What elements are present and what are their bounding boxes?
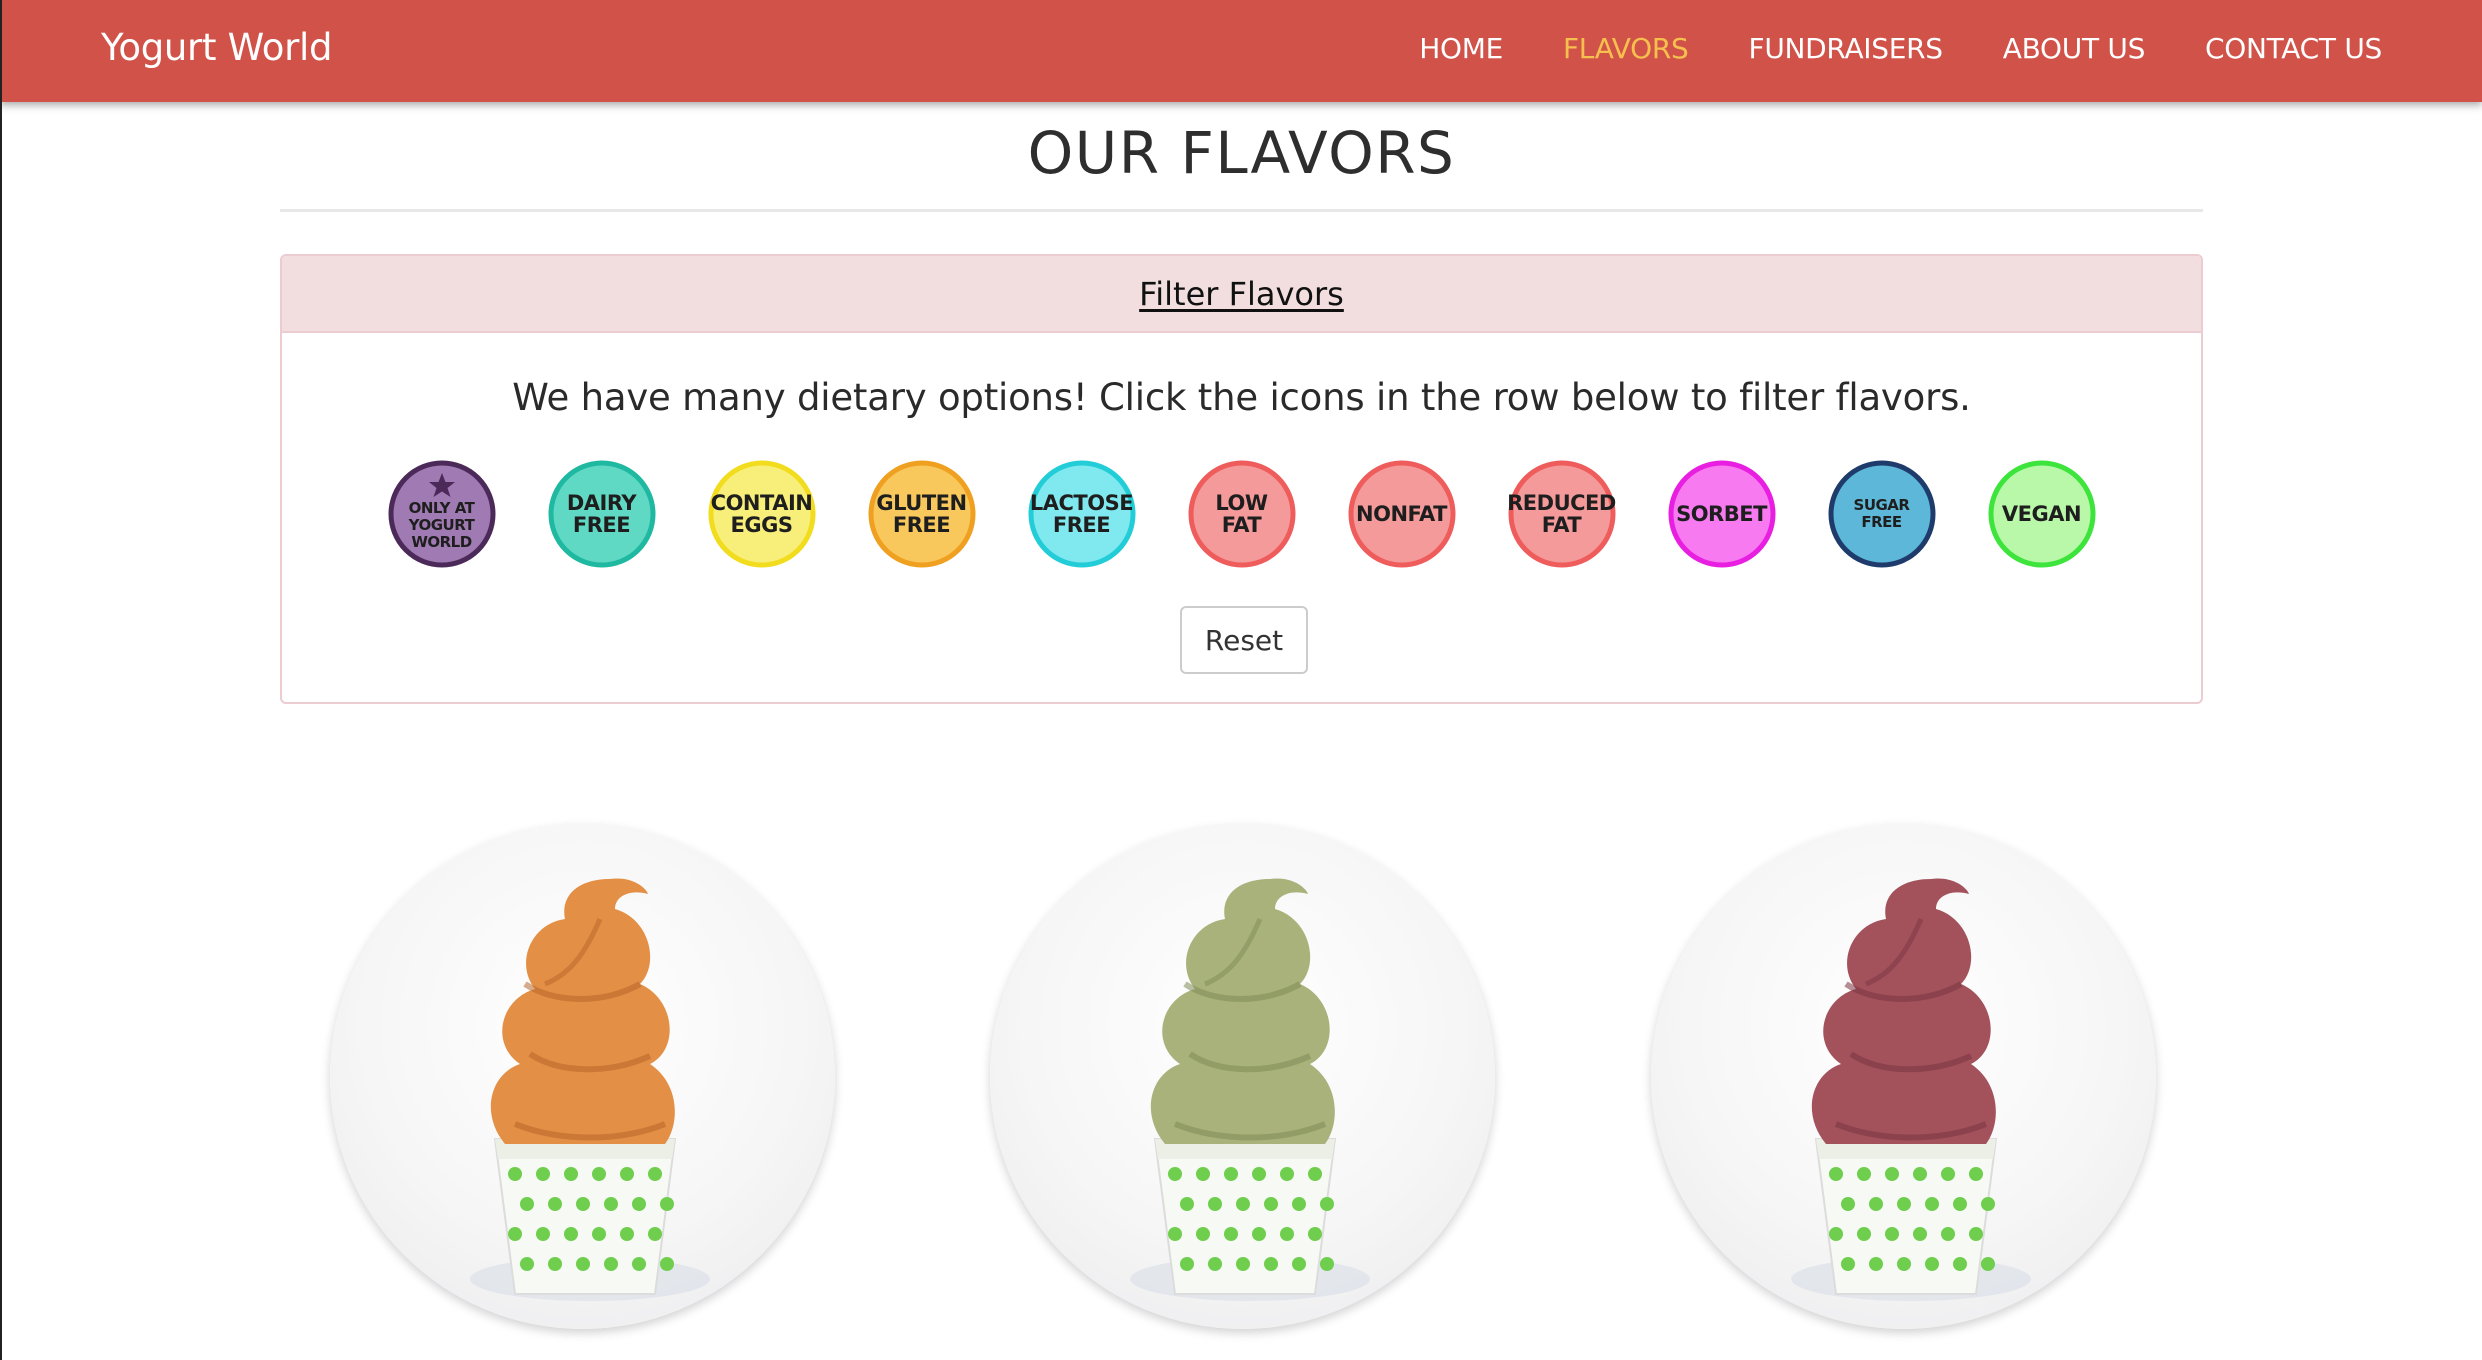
dairy-free-icon-label: FREE [572, 513, 631, 537]
nonfat-filter-icon[interactable]: NONFAT [1347, 459, 1457, 569]
frozen-yogurt-cup-illustration [1130, 878, 1370, 1301]
nav-fundraisers-link[interactable]: FUNDRAISERS [1749, 30, 1944, 68]
vegan-filter-icon[interactable]: VEGAN [1987, 459, 2097, 569]
green-flavor-image[interactable] [990, 824, 1495, 1329]
only-at-yogurt-world-filter-icon[interactable]: ONLY AT YOGURT WORLD [387, 459, 497, 569]
contain-eggs-icon-label: EGGS [730, 513, 793, 537]
frozen-yogurt-cup-illustration [1791, 878, 2031, 1301]
sugar-free-filter-icon[interactable]: SUGAR FREE [1827, 459, 1937, 569]
reset-filter-button[interactable]: Reset [1180, 606, 1308, 674]
gluten-free-icon-label: GLUTEN [876, 491, 967, 515]
vegan-icon-label: VEGAN [2001, 502, 2082, 526]
sugar-free-icon-label: FREE [1861, 513, 1902, 531]
nonfat-icon-label: NONFAT [1356, 502, 1447, 526]
nav-about-link[interactable]: ABOUT US [2003, 30, 2146, 68]
lactose-free-filter-icon[interactable]: LACTOSE FREE [1027, 459, 1137, 569]
lactose-free-icon-label: FREE [1052, 513, 1111, 537]
only-at-yogurt-world-icon-label: ONLY AT [408, 498, 475, 517]
orange-flavor-image[interactable] [330, 824, 835, 1329]
gluten-free-filter-icon[interactable]: GLUTEN FREE [867, 459, 977, 569]
nav-home-link[interactable]: HOME [1419, 30, 1503, 68]
frozen-yogurt-cup-illustration [470, 878, 710, 1301]
reduced-fat-filter-icon[interactable]: REDUCED FAT [1507, 459, 1617, 569]
low-fat-filter-icon[interactable]: LOW FAT [1187, 459, 1297, 569]
contain-eggs-filter-icon[interactable]: CONTAIN EGGS [707, 459, 817, 569]
sorbet-filter-icon[interactable]: SORBET [1667, 459, 1777, 569]
filter-flavors-toggle[interactable]: Filter Flavors [1139, 274, 1344, 314]
contain-eggs-icon-label: CONTAIN [710, 491, 813, 515]
dietary-filter-icons: ONLY AT YOGURT WORLD DAIRY FREE CONTAIN EGGS GL… [282, 459, 2201, 569]
reduced-fat-icon-label: REDUCED [1507, 491, 1616, 515]
navbar: Yogurt World HOME FLAVORS FUNDRAISERS AB… [0, 0, 2482, 102]
gluten-free-icon-label: FREE [892, 513, 951, 537]
only-at-yogurt-world-icon-label: YOGURT [408, 515, 475, 534]
title-divider [280, 209, 2203, 212]
lactose-free-icon-label: LACTOSE [1029, 491, 1134, 515]
low-fat-icon-label: LOW [1215, 491, 1268, 515]
sorbet-icon-label: SORBET [1676, 502, 1767, 526]
page-title: OUR FLAVORS [1027, 119, 1456, 187]
nav-flavors-link[interactable]: FLAVORS [1563, 30, 1689, 68]
nav-links: HOME FLAVORS FUNDRAISERS ABOUT US CONTAC… [1359, 30, 2382, 68]
brand-logo-link[interactable]: Yogurt World [101, 24, 332, 72]
only-at-yogurt-world-icon-label: WORLD [411, 532, 472, 551]
filter-instructions: We have many dietary options! Click the … [512, 376, 1971, 419]
low-fat-icon-label: FAT [1221, 513, 1262, 537]
dairy-free-filter-icon[interactable]: DAIRY FREE [547, 459, 657, 569]
window-edge [0, 0, 2, 1360]
reduced-fat-icon-label: FAT [1541, 513, 1582, 537]
filter-panel-heading: Filter Flavors [282, 256, 2201, 333]
nav-contact-link[interactable]: CONTACT US [2205, 30, 2382, 68]
berry-flavor-image[interactable] [1651, 824, 2156, 1329]
filter-panel: Filter Flavors We have many dietary opti… [280, 254, 2203, 704]
dairy-free-icon-label: DAIRY [566, 491, 637, 515]
sugar-free-icon-label: SUGAR [1853, 496, 1910, 514]
